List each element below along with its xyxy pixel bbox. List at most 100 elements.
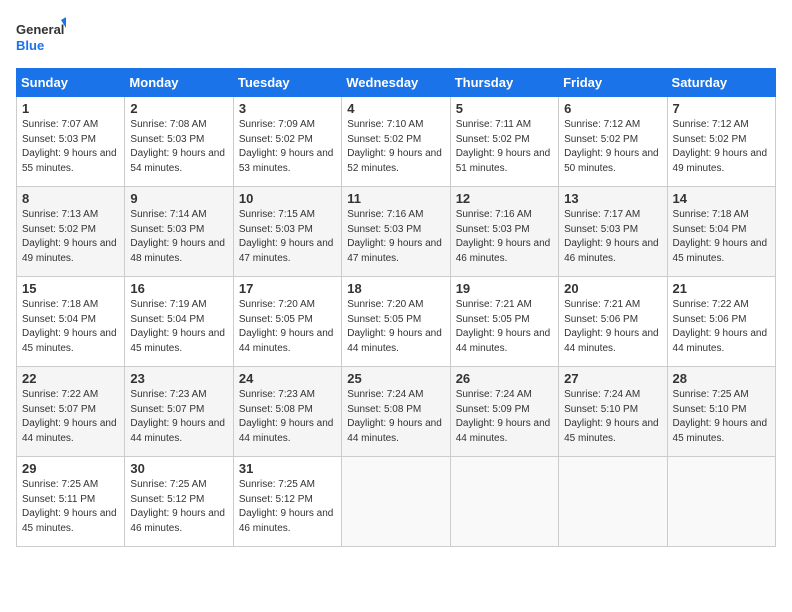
day-number: 9 [130,191,227,206]
weekday-header-sunday: Sunday [17,69,125,97]
calendar-cell: 3 Sunrise: 7:09 AMSunset: 5:02 PMDayligh… [233,97,341,187]
day-number: 20 [564,281,661,296]
day-number: 23 [130,371,227,386]
day-number: 3 [239,101,336,116]
day-info: Sunrise: 7:21 AMSunset: 5:05 PMDaylight:… [456,299,551,354]
day-number: 1 [22,101,119,116]
calendar-cell: 4 Sunrise: 7:10 AMSunset: 5:02 PMDayligh… [342,97,450,187]
day-number: 21 [673,281,770,296]
calendar-cell [559,457,667,547]
day-number: 6 [564,101,661,116]
calendar-cell: 13 Sunrise: 7:17 AMSunset: 5:03 PMDaylig… [559,187,667,277]
calendar-cell: 30 Sunrise: 7:25 AMSunset: 5:12 PMDaylig… [125,457,233,547]
day-info: Sunrise: 7:14 AMSunset: 5:03 PMDaylight:… [130,209,225,264]
calendar-cell: 27 Sunrise: 7:24 AMSunset: 5:10 PMDaylig… [559,367,667,457]
day-info: Sunrise: 7:18 AMSunset: 5:04 PMDaylight:… [673,209,768,264]
day-number: 26 [456,371,553,386]
day-info: Sunrise: 7:24 AMSunset: 5:09 PMDaylight:… [456,389,551,444]
calendar-cell: 9 Sunrise: 7:14 AMSunset: 5:03 PMDayligh… [125,187,233,277]
day-info: Sunrise: 7:25 AMSunset: 5:12 PMDaylight:… [130,479,225,534]
calendar-cell: 1 Sunrise: 7:07 AMSunset: 5:03 PMDayligh… [17,97,125,187]
svg-text:General: General [16,22,64,37]
day-info: Sunrise: 7:25 AMSunset: 5:10 PMDaylight:… [673,389,768,444]
calendar-cell: 17 Sunrise: 7:20 AMSunset: 5:05 PMDaylig… [233,277,341,367]
day-number: 15 [22,281,119,296]
day-number: 28 [673,371,770,386]
weekday-header-wednesday: Wednesday [342,69,450,97]
day-number: 18 [347,281,444,296]
weekday-header-friday: Friday [559,69,667,97]
day-number: 17 [239,281,336,296]
day-info: Sunrise: 7:21 AMSunset: 5:06 PMDaylight:… [564,299,659,354]
calendar-table: SundayMondayTuesdayWednesdayThursdayFrid… [16,68,776,547]
day-number: 22 [22,371,119,386]
calendar-cell: 22 Sunrise: 7:22 AMSunset: 5:07 PMDaylig… [17,367,125,457]
day-info: Sunrise: 7:20 AMSunset: 5:05 PMDaylight:… [239,299,334,354]
page-header: General Blue [16,16,776,60]
day-info: Sunrise: 7:11 AMSunset: 5:02 PMDaylight:… [456,119,551,174]
day-info: Sunrise: 7:18 AMSunset: 5:04 PMDaylight:… [22,299,117,354]
calendar-cell [450,457,558,547]
day-info: Sunrise: 7:20 AMSunset: 5:05 PMDaylight:… [347,299,442,354]
day-number: 14 [673,191,770,206]
day-info: Sunrise: 7:08 AMSunset: 5:03 PMDaylight:… [130,119,225,174]
day-info: Sunrise: 7:22 AMSunset: 5:07 PMDaylight:… [22,389,117,444]
calendar-cell: 26 Sunrise: 7:24 AMSunset: 5:09 PMDaylig… [450,367,558,457]
day-number: 30 [130,461,227,476]
calendar-cell: 18 Sunrise: 7:20 AMSunset: 5:05 PMDaylig… [342,277,450,367]
day-info: Sunrise: 7:23 AMSunset: 5:07 PMDaylight:… [130,389,225,444]
svg-text:Blue: Blue [16,38,44,53]
calendar-week-row: 8 Sunrise: 7:13 AMSunset: 5:02 PMDayligh… [17,187,776,277]
calendar-cell: 20 Sunrise: 7:21 AMSunset: 5:06 PMDaylig… [559,277,667,367]
day-number: 29 [22,461,119,476]
calendar-cell: 5 Sunrise: 7:11 AMSunset: 5:02 PMDayligh… [450,97,558,187]
calendar-week-row: 22 Sunrise: 7:22 AMSunset: 5:07 PMDaylig… [17,367,776,457]
day-number: 10 [239,191,336,206]
day-info: Sunrise: 7:25 AMSunset: 5:12 PMDaylight:… [239,479,334,534]
day-info: Sunrise: 7:13 AMSunset: 5:02 PMDaylight:… [22,209,117,264]
calendar-week-row: 15 Sunrise: 7:18 AMSunset: 5:04 PMDaylig… [17,277,776,367]
calendar-cell: 24 Sunrise: 7:23 AMSunset: 5:08 PMDaylig… [233,367,341,457]
day-number: 13 [564,191,661,206]
day-info: Sunrise: 7:24 AMSunset: 5:10 PMDaylight:… [564,389,659,444]
calendar-cell: 6 Sunrise: 7:12 AMSunset: 5:02 PMDayligh… [559,97,667,187]
day-number: 31 [239,461,336,476]
calendar-week-row: 29 Sunrise: 7:25 AMSunset: 5:11 PMDaylig… [17,457,776,547]
weekday-header-monday: Monday [125,69,233,97]
weekday-header-saturday: Saturday [667,69,775,97]
calendar-cell: 8 Sunrise: 7:13 AMSunset: 5:02 PMDayligh… [17,187,125,277]
day-info: Sunrise: 7:24 AMSunset: 5:08 PMDaylight:… [347,389,442,444]
day-number: 27 [564,371,661,386]
weekday-header-thursday: Thursday [450,69,558,97]
day-number: 7 [673,101,770,116]
day-number: 25 [347,371,444,386]
day-info: Sunrise: 7:07 AMSunset: 5:03 PMDaylight:… [22,119,117,174]
calendar-week-row: 1 Sunrise: 7:07 AMSunset: 5:03 PMDayligh… [17,97,776,187]
calendar-cell: 7 Sunrise: 7:12 AMSunset: 5:02 PMDayligh… [667,97,775,187]
calendar-cell: 23 Sunrise: 7:23 AMSunset: 5:07 PMDaylig… [125,367,233,457]
day-info: Sunrise: 7:17 AMSunset: 5:03 PMDaylight:… [564,209,659,264]
day-number: 5 [456,101,553,116]
weekday-header-tuesday: Tuesday [233,69,341,97]
calendar-cell: 21 Sunrise: 7:22 AMSunset: 5:06 PMDaylig… [667,277,775,367]
day-number: 2 [130,101,227,116]
day-info: Sunrise: 7:23 AMSunset: 5:08 PMDaylight:… [239,389,334,444]
calendar-cell [342,457,450,547]
day-number: 12 [456,191,553,206]
day-info: Sunrise: 7:19 AMSunset: 5:04 PMDaylight:… [130,299,225,354]
day-number: 19 [456,281,553,296]
calendar-cell: 16 Sunrise: 7:19 AMSunset: 5:04 PMDaylig… [125,277,233,367]
day-number: 8 [22,191,119,206]
calendar-cell: 25 Sunrise: 7:24 AMSunset: 5:08 PMDaylig… [342,367,450,457]
day-info: Sunrise: 7:15 AMSunset: 5:03 PMDaylight:… [239,209,334,264]
day-info: Sunrise: 7:12 AMSunset: 5:02 PMDaylight:… [673,119,768,174]
day-info: Sunrise: 7:09 AMSunset: 5:02 PMDaylight:… [239,119,334,174]
day-info: Sunrise: 7:12 AMSunset: 5:02 PMDaylight:… [564,119,659,174]
calendar-cell: 19 Sunrise: 7:21 AMSunset: 5:05 PMDaylig… [450,277,558,367]
calendar-cell: 15 Sunrise: 7:18 AMSunset: 5:04 PMDaylig… [17,277,125,367]
day-number: 4 [347,101,444,116]
calendar-cell: 2 Sunrise: 7:08 AMSunset: 5:03 PMDayligh… [125,97,233,187]
calendar-cell: 28 Sunrise: 7:25 AMSunset: 5:10 PMDaylig… [667,367,775,457]
calendar-cell: 10 Sunrise: 7:15 AMSunset: 5:03 PMDaylig… [233,187,341,277]
calendar-cell [667,457,775,547]
